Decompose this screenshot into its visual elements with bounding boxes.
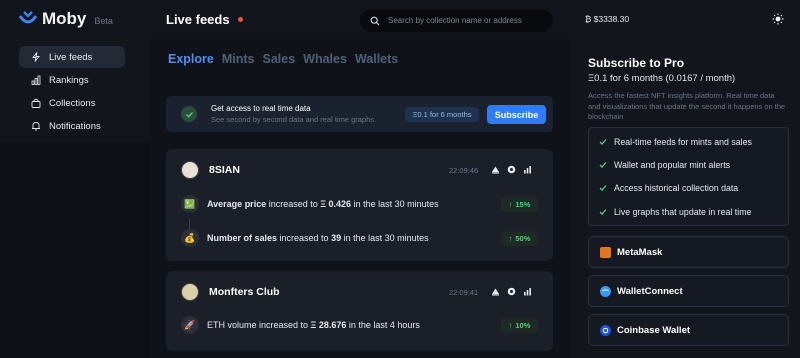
feed-row: 🚀 ETH volume increased to Ξ 28.676 in th…: [181, 316, 420, 334]
sidebar-item-label: Live feeds: [49, 51, 93, 63]
tab-wallets[interactable]: Wallets: [355, 52, 398, 66]
tab-whales[interactable]: Whales: [303, 52, 347, 66]
row-text: Number of sales increased to 39 in the l…: [207, 233, 429, 243]
bag-icon: [31, 98, 41, 108]
pro-title: Subscribe to Pro: [588, 56, 685, 70]
feed-row: 💰 Number of sales increased to 39 in the…: [181, 229, 429, 247]
change-badge: ↑ 10%: [501, 318, 538, 333]
feed-row: 💹 Average price increased to Ξ 0.426 in …: [181, 195, 439, 213]
banner-title: Get access to real time data: [211, 104, 311, 113]
app-name: Moby: [42, 9, 87, 28]
card-actions: [491, 165, 532, 174]
row-text: Average price increased to Ξ 0.426 in th…: [207, 199, 439, 209]
moby-logo-icon: [18, 11, 38, 24]
feed-card[interactable]: 8SIAN 22:09:46 💹 Average price increased…: [166, 149, 553, 261]
banner-price-badge: Ξ0.1 for 6 months: [405, 107, 479, 122]
collection-name[interactable]: Monfters Club: [209, 286, 280, 298]
sidebar-item-notifications[interactable]: Notifications: [19, 115, 125, 137]
tab-sales[interactable]: Sales: [263, 52, 296, 66]
check-icon: [599, 185, 607, 191]
coinbase-wallet-button[interactable]: Coinbase Wallet: [588, 314, 789, 346]
search-input[interactable]: [388, 16, 548, 25]
collection-name[interactable]: 8SIAN: [209, 164, 240, 176]
opensea-icon[interactable]: [491, 287, 500, 296]
arrow-up-icon: ↑: [508, 321, 513, 330]
pro-features-list: Real-time feeds for mints and sales Wall…: [588, 127, 789, 226]
arrow-up-icon: ↑: [508, 234, 513, 243]
sidebar-item-live-feeds[interactable]: Live feeds: [19, 46, 125, 68]
walletconnect-icon: [600, 285, 611, 297]
page-title-text: Live feeds: [166, 12, 230, 27]
looksrare-icon[interactable]: [507, 165, 516, 174]
logo[interactable]: Moby Beta: [18, 9, 113, 29]
card-timestamp: 22:09:41: [449, 288, 479, 297]
beta-badge: Beta: [94, 15, 113, 26]
bolt-icon: [32, 52, 40, 62]
collection-avatar: [181, 283, 199, 301]
check-icon: [599, 139, 607, 145]
change-badge: ↑ 15%: [501, 197, 538, 212]
chart-icon: 💹: [181, 195, 199, 213]
page-title: Live feeds: [166, 12, 243, 27]
pro-price: Ξ0.1 for 6 months (0.0167 / month): [588, 73, 736, 84]
sidebar-item-collections[interactable]: Collections: [19, 92, 125, 114]
sidebar-lower-panel: [0, 143, 150, 358]
sidebar-item-rankings[interactable]: Rankings: [19, 69, 125, 91]
coinbase-icon: [600, 324, 611, 336]
bell-icon: [32, 122, 40, 131]
sidebar-item-label: Notifications: [49, 120, 101, 132]
tab-mints[interactable]: Mints: [222, 52, 255, 66]
live-indicator: [237, 17, 243, 22]
rocket-icon: 🚀: [181, 316, 199, 334]
money-bag-icon: 💰: [181, 229, 199, 247]
check-shield-icon: [181, 106, 197, 122]
subscribe-button[interactable]: Subscribe: [487, 105, 546, 124]
feature-item: Access historical collection data: [599, 183, 738, 193]
sidebar-item-label: Rankings: [49, 74, 89, 86]
row-text: ETH volume increased to Ξ 28.676 in the …: [207, 320, 420, 330]
tab-explore[interactable]: Explore: [168, 52, 214, 66]
pro-description: Access the fastest NFT insights platform…: [588, 91, 786, 121]
card-header: Monfters Club: [181, 283, 280, 301]
walletconnect-button[interactable]: WalletConnect: [588, 275, 789, 307]
sidebar-item-label: Collections: [49, 97, 96, 109]
search-icon: [370, 16, 380, 25]
feature-item: Live graphs that update in real time: [599, 207, 751, 217]
search-bar[interactable]: [360, 9, 553, 32]
card-timestamp: 22:09:46: [449, 166, 479, 175]
collection-avatar: [181, 161, 199, 179]
eth-price: ₿ $3338.30: [585, 14, 630, 24]
metamask-fox-icon: [600, 246, 611, 258]
check-icon: [599, 209, 607, 215]
feature-item: Wallet and popular mint alerts: [599, 160, 730, 170]
stats-icon[interactable]: [523, 287, 532, 296]
theme-toggle-sun-icon[interactable]: [772, 13, 784, 25]
stats-icon[interactable]: [523, 165, 532, 174]
check-icon: [599, 162, 607, 168]
looksrare-icon[interactable]: [507, 287, 516, 296]
feed-tabs: Explore Mints Sales Whales Wallets: [168, 52, 398, 66]
bar-chart-icon: [31, 75, 41, 85]
metamask-button[interactable]: MetaMask: [588, 236, 789, 268]
banner-subtitle: See second by second data and real time …: [211, 115, 377, 124]
arrow-up-icon: ↑: [508, 200, 513, 209]
change-badge: ↑ 50%: [501, 231, 538, 246]
sidebar-nav: Live feeds Rankings Collections Notifica…: [19, 46, 125, 138]
card-header: 8SIAN: [181, 161, 240, 179]
feed-card[interactable]: Monfters Club 22:09:41 🚀 ETH volume incr…: [166, 271, 553, 351]
opensea-icon[interactable]: [491, 165, 500, 174]
feature-item: Real-time feeds for mints and sales: [599, 137, 752, 147]
card-actions: [491, 287, 532, 296]
